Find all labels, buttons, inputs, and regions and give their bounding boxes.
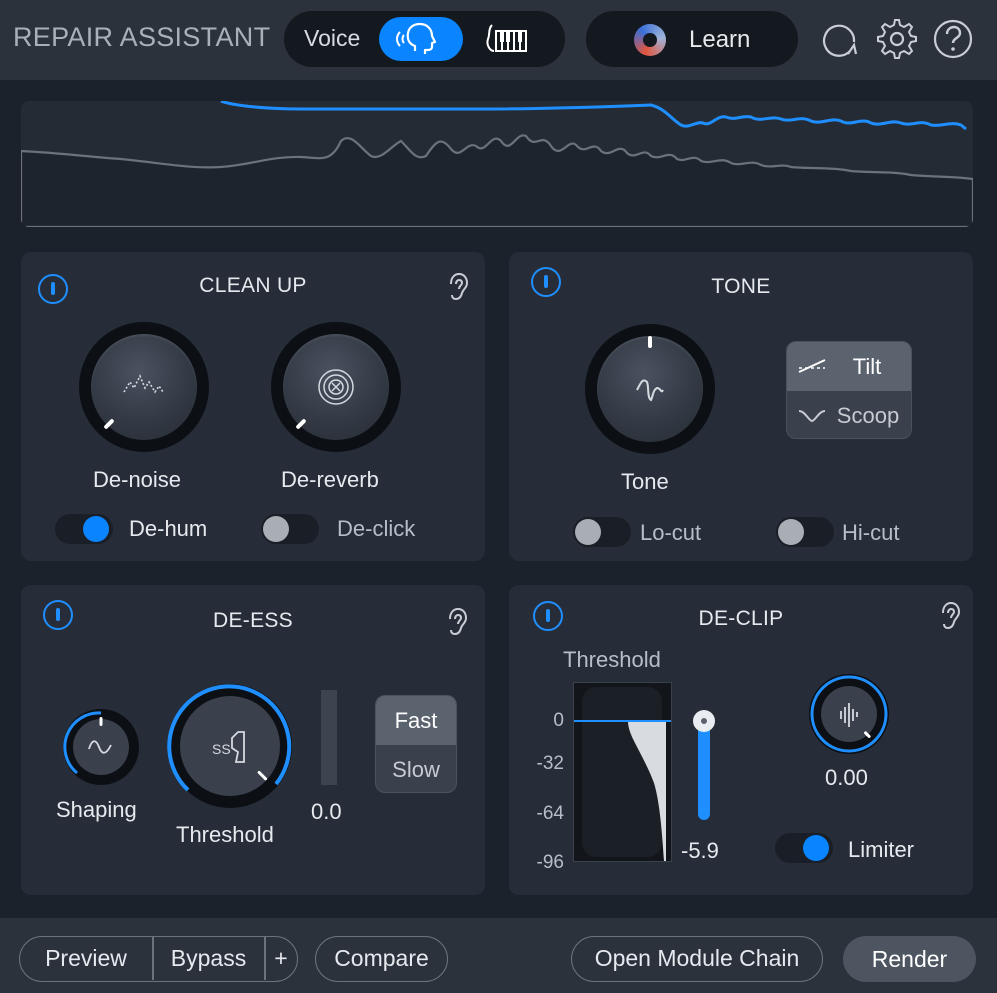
open-module-chain-button[interactable]: Open Module Chain xyxy=(571,936,823,982)
learn-label: Learn xyxy=(689,26,751,53)
add-bypass-button[interactable]: + xyxy=(265,937,297,980)
svg-text:SS: SS xyxy=(212,741,231,757)
tone-title: TONE xyxy=(711,275,771,298)
dereverb-icon xyxy=(318,369,354,405)
scoop-icon xyxy=(798,410,826,423)
tilt-option[interactable]: Tilt xyxy=(787,342,911,391)
learn-orb-icon xyxy=(634,24,666,56)
mode-selector: Voice xyxy=(284,11,565,67)
spectrum-display xyxy=(21,101,973,227)
hicut-label: Hi-cut xyxy=(842,520,900,545)
tone-knob[interactable] xyxy=(585,324,715,454)
limiter-toggle[interactable] xyxy=(775,833,833,863)
dehum-label: De-hum xyxy=(129,516,208,541)
de-clip-threshold-slider[interactable] xyxy=(693,710,715,822)
hicut-toggle[interactable] xyxy=(776,517,834,547)
compare-button[interactable]: Compare xyxy=(315,936,448,982)
de-clip-threshold-value: -5.9 xyxy=(681,838,719,863)
threshold-knob[interactable]: SS xyxy=(166,682,294,810)
de-ess-title: DE-ESS xyxy=(213,609,293,632)
voice-head-icon xyxy=(396,22,437,54)
denoise-icon xyxy=(123,374,164,394)
preview-bypass-group: Preview Bypass + xyxy=(19,936,298,982)
de-clip-gain-value: 0.00 xyxy=(825,765,868,790)
tone-panel: TONE Tone Tilt Scoop Lo-cut Hi-cut xyxy=(509,252,973,561)
tilt-icon xyxy=(798,359,826,373)
de-ess-meter-value: 0.0 xyxy=(311,799,342,824)
tone-knob-label: Tone xyxy=(621,469,669,494)
de-ess-listen-icon[interactable] xyxy=(446,607,468,637)
locut-label: Lo-cut xyxy=(640,520,702,545)
app-title: REPAIR ASSISTANT xyxy=(13,22,271,52)
declick-toggle[interactable] xyxy=(261,514,319,544)
shaping-knob[interactable] xyxy=(61,707,141,787)
tone-curve-icon xyxy=(636,379,664,402)
top-bar: REPAIR ASSISTANT Voice Learn xyxy=(0,0,997,80)
instrument-icon xyxy=(486,24,527,52)
de-ess-meter xyxy=(321,690,337,785)
help-icon[interactable] xyxy=(932,18,974,60)
clean-up-listen-icon[interactable] xyxy=(447,272,469,302)
tone-indicator xyxy=(648,336,652,348)
de-ess-panel: DE-ESS Shaping SS Threshold 0.0 Fast Slo… xyxy=(21,585,485,895)
slow-option[interactable]: Slow xyxy=(376,745,456,792)
dereverb-label: De-reverb xyxy=(281,467,379,492)
de-clip-threshold-label: Threshold xyxy=(563,647,661,672)
clean-up-panel: CLEAN UP De-noise De-reverb De-hum De-cl… xyxy=(21,252,485,561)
locut-toggle[interactable] xyxy=(573,517,631,547)
preview-button[interactable]: Preview xyxy=(20,937,152,980)
declick-label: De-click xyxy=(337,516,416,541)
de-clip-title: DE-CLIP xyxy=(698,607,784,630)
limiter-label: Limiter xyxy=(848,837,915,862)
scale-label-0: 0 xyxy=(553,710,564,731)
de-clip-histogram xyxy=(573,682,672,862)
clean-up-title: CLEAN UP xyxy=(199,274,307,297)
de-clip-listen-icon[interactable] xyxy=(939,601,961,631)
learn-button[interactable]: Learn xyxy=(586,11,798,67)
de-clip-gain-knob[interactable] xyxy=(808,673,890,755)
denoise-label: De-noise xyxy=(93,467,182,492)
scale-label-32: -32 xyxy=(536,753,564,774)
bypass-button[interactable]: Bypass xyxy=(153,937,264,980)
dehum-toggle[interactable] xyxy=(55,514,113,544)
render-button[interactable]: Render xyxy=(843,936,976,982)
speed-selector: Fast Slow xyxy=(375,695,457,793)
voice-mode-button[interactable] xyxy=(379,17,463,61)
scoop-option[interactable]: Scoop xyxy=(787,391,911,438)
scale-label-96: -96 xyxy=(536,852,564,873)
denoise-knob[interactable] xyxy=(79,322,209,452)
mode-label: Voice xyxy=(304,25,361,51)
bottom-bar: Preview Bypass + Compare Open Module Cha… xyxy=(0,918,997,993)
dereverb-knob[interactable] xyxy=(271,322,401,452)
settings-gear-icon[interactable] xyxy=(876,18,918,60)
fast-option[interactable]: Fast xyxy=(376,696,456,745)
tone-mode-selector: Tilt Scoop xyxy=(786,341,912,439)
music-mode-button[interactable] xyxy=(482,17,536,61)
scale-label-64: -64 xyxy=(536,803,564,824)
de-clip-panel: DE-CLIP Threshold 0 -32 -64 -96 -5.9 0.0… xyxy=(509,585,973,895)
threshold-label: Threshold xyxy=(176,822,274,847)
history-icon[interactable] xyxy=(820,18,862,60)
shaping-label: Shaping xyxy=(56,797,137,822)
